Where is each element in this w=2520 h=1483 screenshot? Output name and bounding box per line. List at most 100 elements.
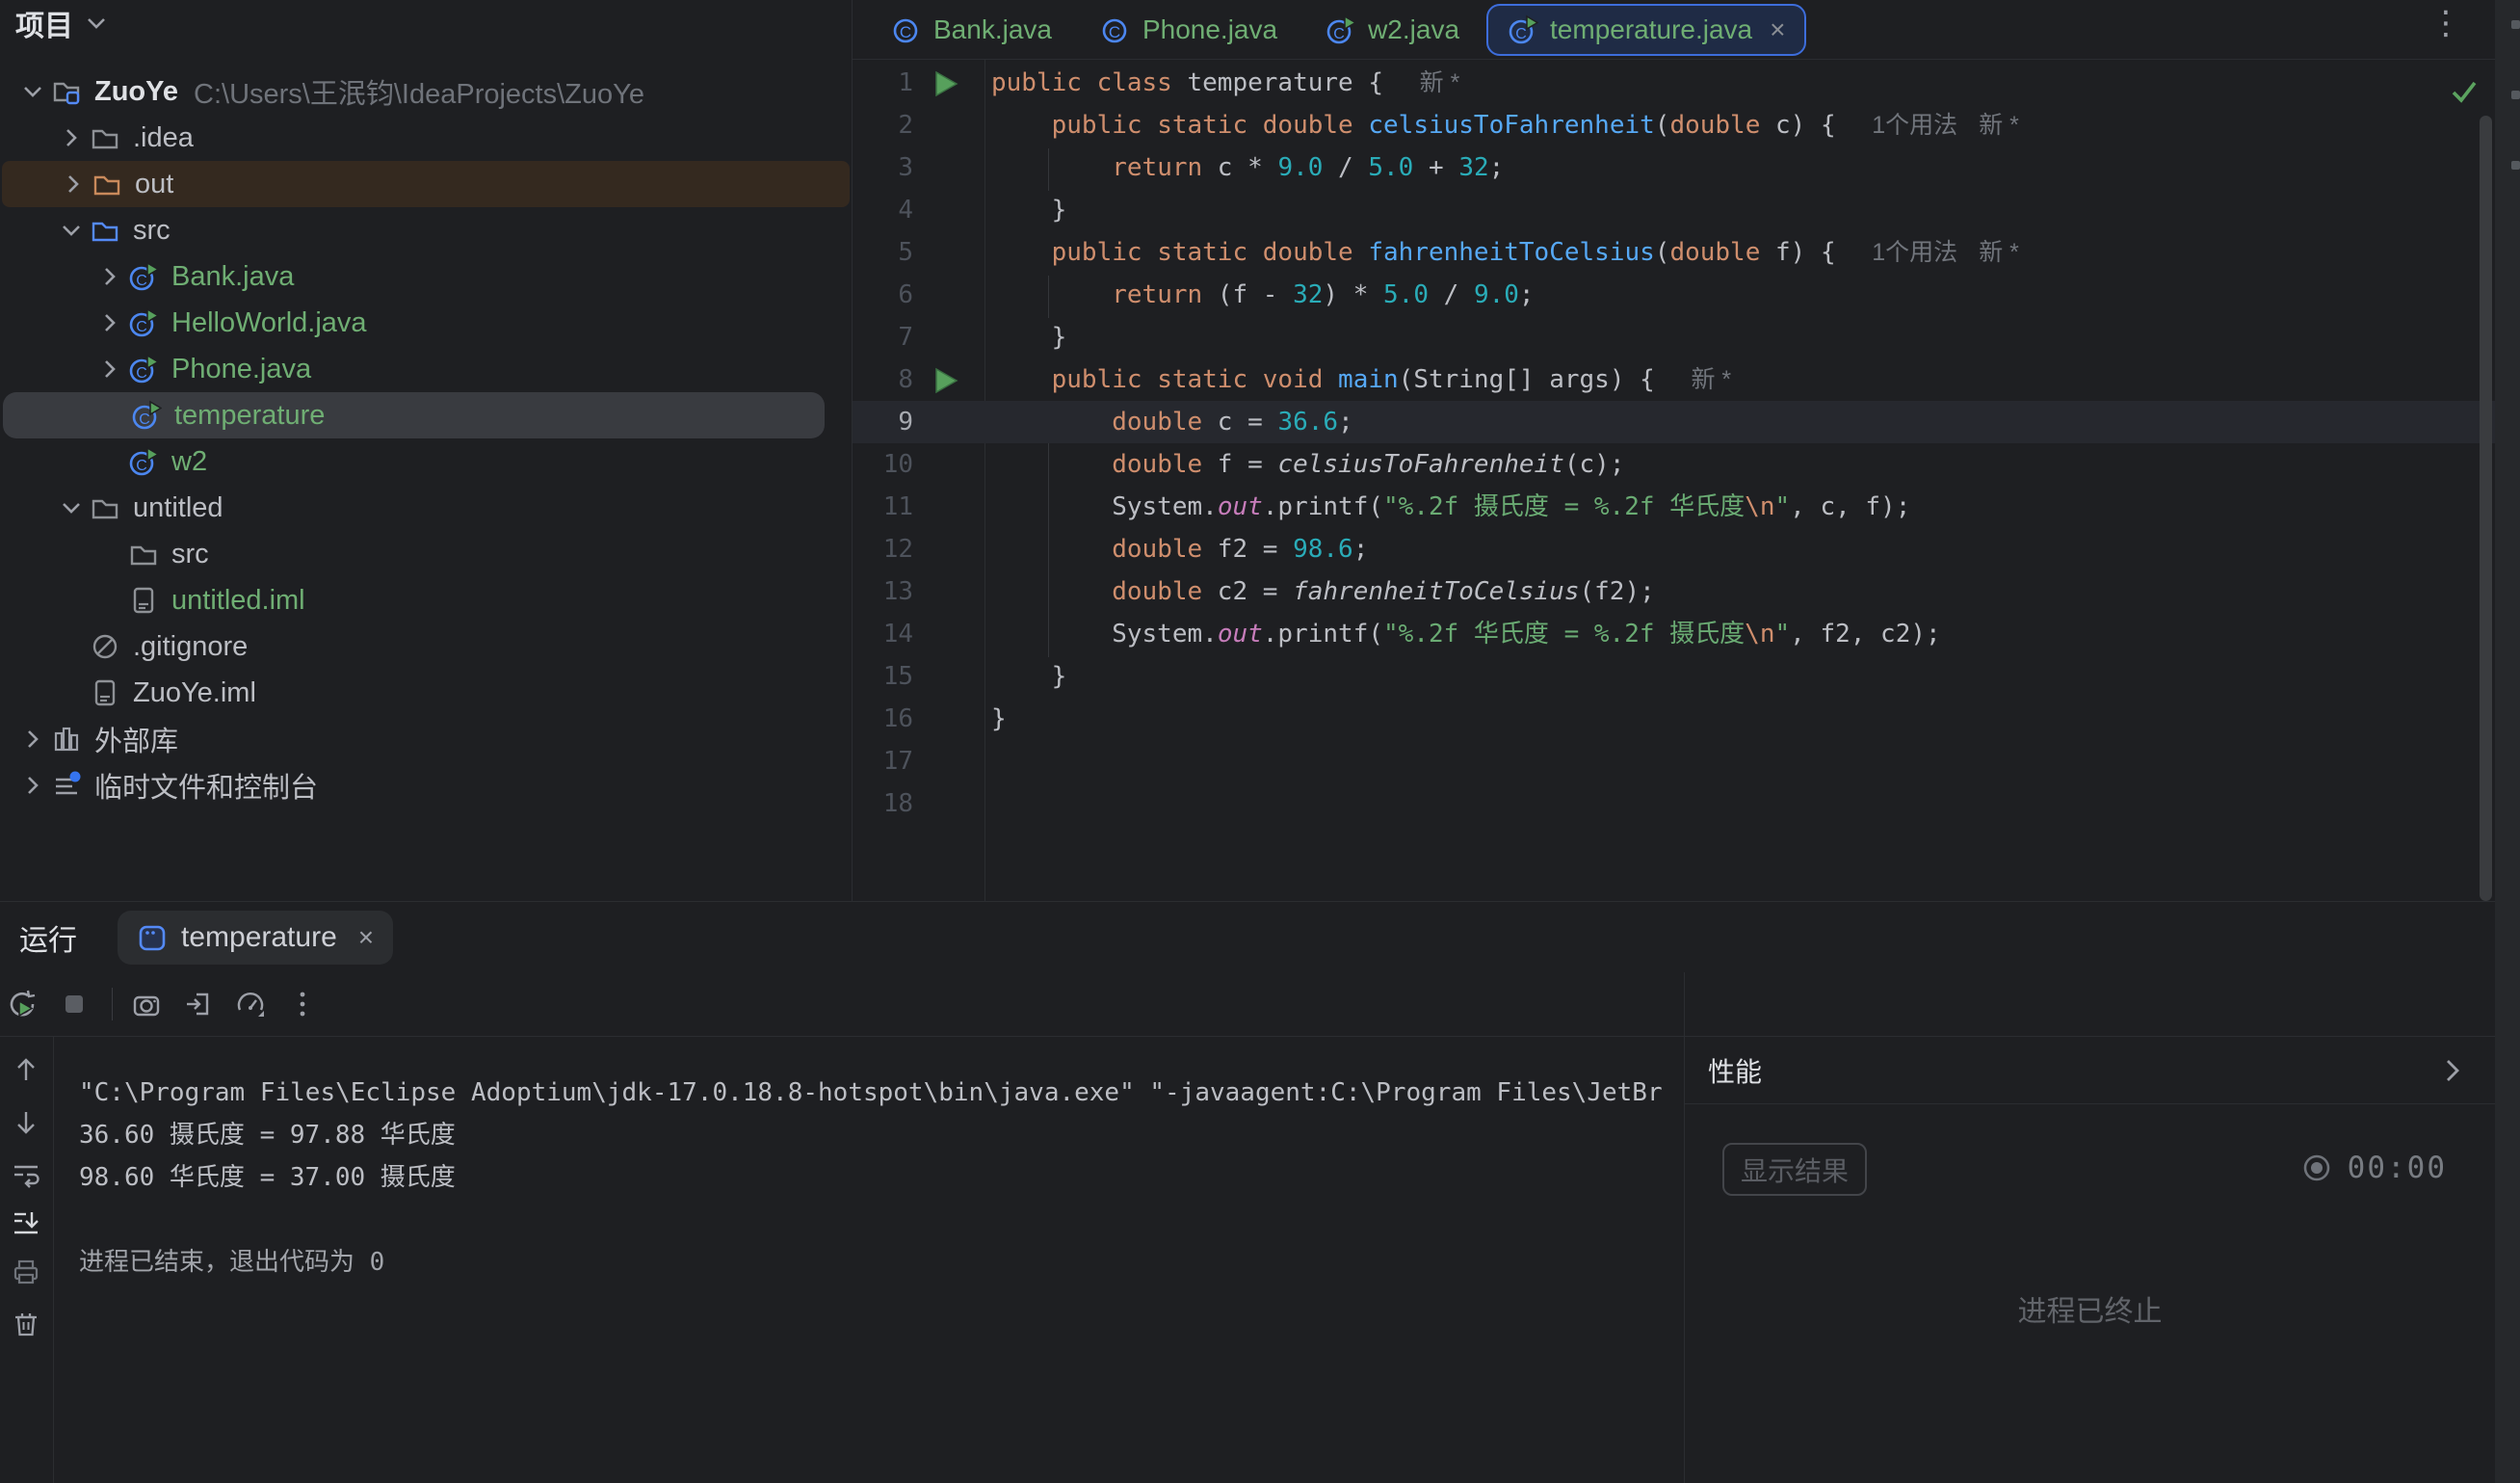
scroll-to-end-icon[interactable] (11, 1207, 41, 1238)
arrow-up-icon[interactable] (11, 1054, 41, 1085)
svg-text:C: C (136, 458, 147, 474)
chevron-right-icon[interactable] (54, 120, 89, 155)
tree-item-label: src (171, 539, 209, 570)
chevron-right-icon[interactable] (92, 352, 127, 386)
thread-dump-icon[interactable] (182, 988, 215, 1020)
inlay-hint[interactable]: 1个用法 (1872, 112, 1957, 139)
line-number: 7 (853, 316, 913, 358)
kebab-menu-icon[interactable] (286, 988, 319, 1020)
chevron-right-icon[interactable] (92, 259, 127, 294)
print-icon[interactable] (11, 1257, 41, 1287)
folder-gray-icon (89, 491, 121, 524)
tree-item-___[interactable]: 外部库 (0, 716, 852, 762)
clear-trash-icon[interactable] (11, 1308, 41, 1338)
inlay-hint[interactable]: 新 * (1420, 69, 1460, 96)
tree-item-Bank.java[interactable]: CBank.java (0, 253, 852, 300)
module-folder-icon (50, 75, 83, 108)
tree-item-label: Phone.java (171, 354, 311, 385)
kebab-menu-icon[interactable]: ⋮ (2429, 4, 2462, 42)
run-title: 运行 (19, 916, 77, 959)
rerun-icon[interactable] (6, 988, 39, 1020)
profiler-gauge-icon[interactable] (234, 988, 267, 1020)
folder-gray-icon (89, 121, 121, 154)
tree-item-untitled[interactable]: untitled (0, 485, 852, 531)
tree-item-________[interactable]: 临时文件和控制台 (0, 762, 852, 808)
line-number: 6 (853, 274, 913, 316)
editor-tab-Phone.java[interactable]: CPhone.java (1079, 4, 1299, 56)
line-number: 17 (853, 740, 913, 782)
close-icon[interactable]: × (1770, 14, 1785, 45)
tree-item-untitled.iml[interactable]: untitled.iml (0, 577, 852, 623)
show-results-button[interactable]: 显示结果 (1722, 1143, 1867, 1196)
scratch-icon (50, 769, 83, 802)
run-line-icon[interactable] (930, 68, 958, 97)
chevron-right-icon[interactable] (92, 305, 127, 340)
chevron-right-icon[interactable] (2437, 1055, 2468, 1086)
code-line-7: 7 } (853, 316, 2495, 358)
chevron-down-icon[interactable] (81, 8, 112, 39)
inlay-hint[interactable]: 新 * (1691, 366, 1731, 393)
chevron-spacer (54, 629, 89, 664)
run-config-tab[interactable]: temperature × (118, 911, 393, 965)
tree-item-ZuoYe.iml[interactable]: ZuoYe.iml (0, 670, 852, 716)
editor-tab-temperature.java[interactable]: Ctemperature.java× (1486, 4, 1806, 56)
tree-item-ZuoYe[interactable]: ZuoYeC:\Users\王泯钧\IdeaProjects\ZuoYe (0, 68, 852, 115)
stripe-icon[interactable] (2511, 161, 2520, 170)
chevron-right-icon[interactable] (15, 768, 50, 803)
tree-item-Phone.java[interactable]: CPhone.java (0, 346, 852, 392)
stop-icon[interactable] (58, 988, 91, 1020)
code-line-14: 14 System.out.printf("%.2f 华氏度 = %.2f 摄氏… (853, 613, 2495, 655)
tree-item-src[interactable]: src (0, 531, 852, 577)
tree-item-w2[interactable]: Cw2 (0, 438, 852, 485)
tree-item-HelloWorld.java[interactable]: CHelloWorld.java (0, 300, 852, 346)
inlay-hint[interactable]: 新 * (1979, 112, 2019, 139)
stripe-icon[interactable] (2511, 20, 2520, 29)
soft-wrap-icon[interactable] (11, 1159, 41, 1190)
tab-label: w2.java (1368, 14, 1459, 45)
chevron-spacer (54, 675, 89, 710)
performance-header[interactable]: 性能 (1685, 1036, 2495, 1104)
line-number: 1 (853, 62, 913, 104)
toolbar-separator (112, 988, 113, 1020)
code-line-9: 9 double c = 36.6; (853, 401, 2495, 443)
code-line-18: 18 (853, 782, 2495, 825)
tree-item-.idea[interactable]: .idea (0, 115, 852, 161)
top-region: 项目 ZuoYeC:\Users\王泯钧\IdeaProjects\ZuoYe.… (0, 0, 2495, 902)
chevron-down-icon[interactable] (15, 74, 50, 109)
line-number: 12 (853, 528, 913, 570)
line-number: 14 (853, 613, 913, 655)
ide-window: 项目 ZuoYeC:\Users\王泯钧\IdeaProjects\ZuoYe.… (0, 0, 2520, 1483)
stripe-icon[interactable] (2511, 91, 2520, 99)
arrow-down-icon[interactable] (11, 1107, 41, 1138)
editor-tab-w2.java[interactable]: Cw2.java (1304, 4, 1481, 56)
tree-item-src[interactable]: src (0, 207, 852, 253)
run-line-icon[interactable] (930, 365, 958, 394)
console-line: 进程已结束，退出代码为 0 (79, 1241, 1684, 1284)
tree-item-temperature[interactable]: Ctemperature (3, 392, 825, 438)
code-editor[interactable]: 1public class temperature { 新 *2 public … (853, 60, 2495, 901)
chevron-right-icon[interactable] (15, 722, 50, 756)
inspections-ok-icon[interactable] (2449, 75, 2480, 106)
inlay-hint[interactable]: 新 * (1979, 239, 2019, 266)
console-line: 36.60 摄氏度 = 97.88 华氏度 (79, 1114, 1684, 1156)
code-line-17: 17 (853, 740, 2495, 782)
camera-snapshot-icon[interactable] (130, 988, 163, 1020)
svg-text:C: C (1515, 26, 1527, 42)
tree-item-.gitignore[interactable]: .gitignore (0, 623, 852, 670)
project-title: 项目 (15, 2, 73, 44)
chevron-down-icon[interactable] (54, 490, 89, 525)
right-tool-window-stripe[interactable] (2495, 0, 2520, 1483)
console-output[interactable]: "C:\Program Files\Eclipse Adoptium\jdk-1… (54, 1037, 1684, 1483)
line-number: 15 (853, 655, 913, 698)
editor-scrollbar[interactable] (2480, 116, 2492, 901)
close-icon[interactable]: × (358, 922, 374, 953)
editor-tab-Bank.java[interactable]: CBank.java (870, 4, 1073, 56)
tree-item-out[interactable]: out (2, 161, 850, 207)
project-header[interactable]: 项目 (0, 0, 852, 46)
chevron-down-icon[interactable] (54, 213, 89, 248)
run-toolbar (0, 972, 1684, 1036)
tree-item-label: ZuoYe (94, 76, 178, 108)
chevron-right-icon[interactable] (56, 167, 91, 201)
tree-item-label: out (135, 169, 173, 200)
inlay-hint[interactable]: 1个用法 (1872, 239, 1957, 266)
